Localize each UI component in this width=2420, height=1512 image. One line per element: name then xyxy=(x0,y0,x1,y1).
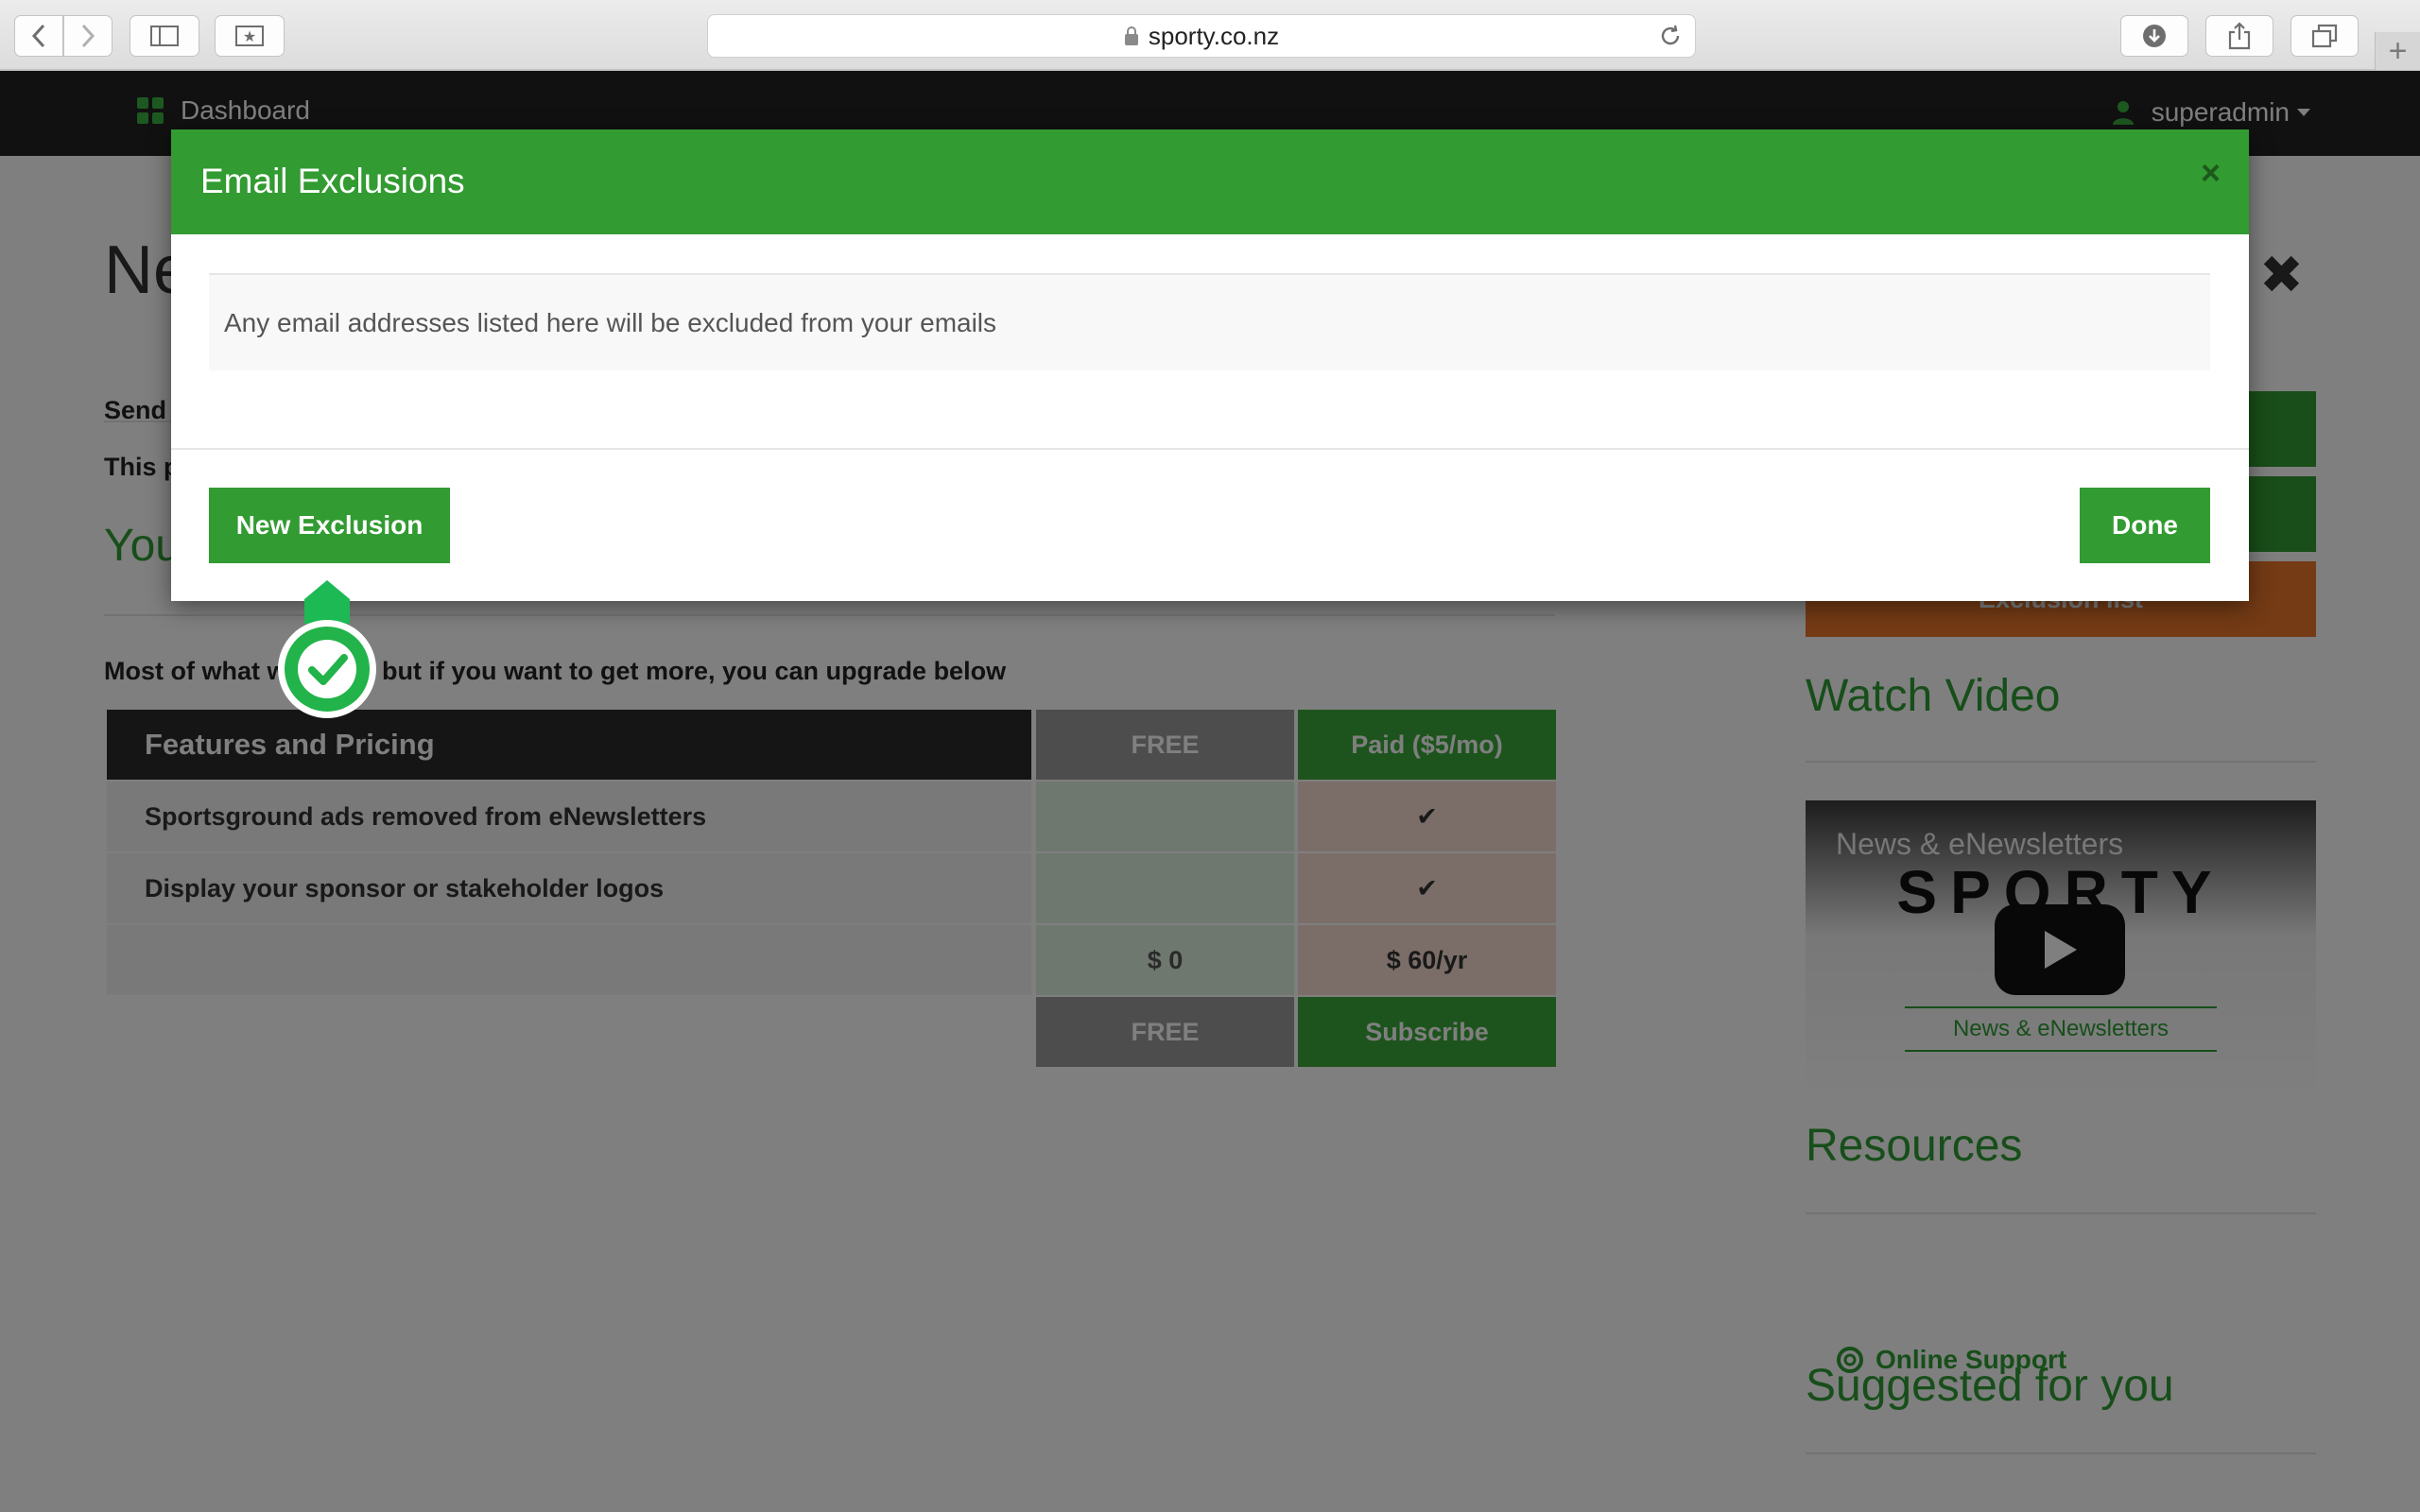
sidebar-icon xyxy=(150,26,179,46)
modal-header: Email Exclusions × xyxy=(171,129,2249,234)
svg-text:★: ★ xyxy=(243,27,256,45)
chevron-left-icon xyxy=(31,24,45,48)
checkmark-badge-icon xyxy=(278,580,376,718)
address-bar[interactable]: sporty.co.nz xyxy=(707,14,1696,58)
modal-title: Email Exclusions xyxy=(200,162,465,200)
forward-button[interactable] xyxy=(63,15,112,57)
back-button[interactable] xyxy=(14,15,63,57)
chevron-right-icon xyxy=(81,24,95,48)
url-text: sporty.co.nz xyxy=(1148,21,1280,50)
tabs-overview-button[interactable] xyxy=(2290,15,2359,57)
share-icon xyxy=(2228,22,2251,50)
plus-icon: + xyxy=(2388,32,2408,69)
sidebar-toggle-button[interactable] xyxy=(130,15,199,57)
close-icon[interactable]: × xyxy=(2201,156,2221,190)
downloads-button[interactable] xyxy=(2120,15,2188,57)
modal-footer-divider xyxy=(171,448,2249,450)
download-icon xyxy=(2143,25,2166,47)
star-icon: ★ xyxy=(235,26,264,46)
reload-icon[interactable] xyxy=(1657,23,1684,49)
new-tab-button[interactable]: + xyxy=(2375,32,2420,70)
done-button[interactable]: Done xyxy=(2080,488,2210,563)
new-exclusion-button[interactable]: New Exclusion xyxy=(209,488,450,563)
exclusions-info-text: Any email addresses listed here will be … xyxy=(209,273,2210,370)
browser-toolbar: ★ sporty.co.nz + xyxy=(0,0,2420,71)
lock-icon xyxy=(1124,26,1138,45)
share-button[interactable] xyxy=(2205,15,2273,57)
tabs-icon xyxy=(2311,24,2338,48)
email-exclusions-modal: Email Exclusions × Any email addresses l… xyxy=(171,129,2249,601)
bookmarks-button[interactable]: ★ xyxy=(215,15,285,57)
